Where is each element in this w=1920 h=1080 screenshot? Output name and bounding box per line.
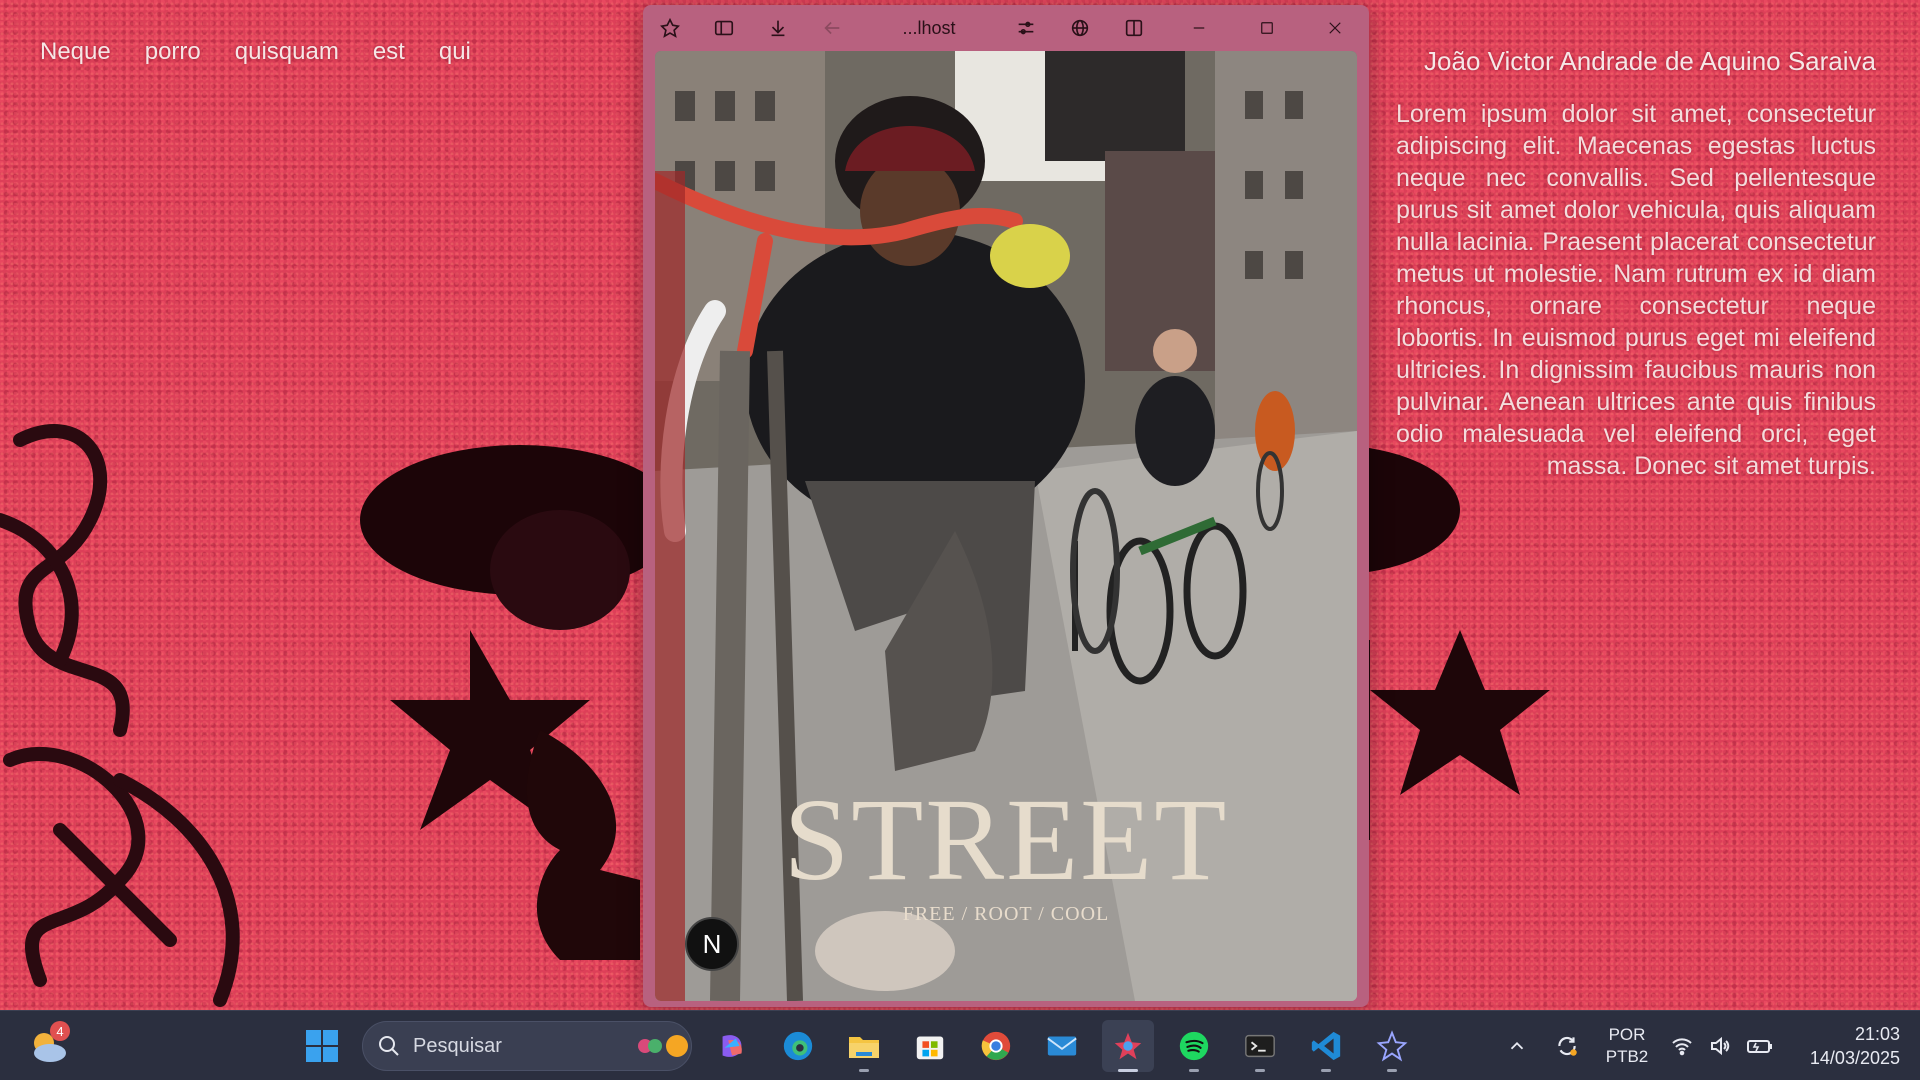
sidebar-toggle-icon[interactable] [697,5,751,51]
nav-link[interactable]: est [373,38,405,66]
nextjs-badge-icon[interactable]: N [685,917,739,971]
app-logo-icon[interactable] [643,5,697,51]
weather-badge: 4 [50,1021,70,1041]
author-name: João Victor Andrade de Aquino Saraiva [1424,46,1876,76]
poster-title: STREET [783,774,1229,905]
vscode-icon[interactable] [1300,1020,1352,1072]
globe-icon[interactable] [1053,5,1107,51]
split-view-icon[interactable] [1107,5,1161,51]
clock-time: 21:03 [1854,1024,1900,1044]
clock-date: 14/03/2025 [1809,1048,1900,1068]
clock[interactable]: 21:03 14/03/2025 [1782,1022,1900,1070]
poster-subtitle: FREE / ROOT / COOL [902,903,1110,925]
mail-icon[interactable] [1036,1020,1088,1072]
terminal-icon[interactable] [1234,1020,1286,1072]
nav-link[interactable]: qui [439,38,471,66]
language-code: POR [1608,1025,1646,1044]
keyboard-layout: PTB2 [1605,1047,1649,1066]
browser-app-icon[interactable] [1102,1020,1154,1072]
wifi-icon[interactable] [1662,1011,1702,1080]
browser-titlebar: ...lhost [643,5,1369,51]
chrome-icon[interactable] [970,1020,1022,1072]
lorem-paragraph: Lorem ipsum dolor sit amet, consectetur … [1396,100,1876,480]
browser-viewport: STREET FREE / ROOT / COOL N [655,51,1357,1001]
store-icon[interactable] [904,1020,956,1072]
taskbar-apps: Pesquisar [296,1011,1418,1080]
site-settings-icon[interactable] [999,5,1053,51]
browser-window: ...lhost STREET FREE / ROOT / COOL N [643,5,1369,1007]
file-explorer-icon[interactable] [838,1020,890,1072]
chevron-up-icon[interactable] [1492,1011,1542,1080]
maximize-button[interactable] [1233,5,1301,51]
nav-links: Neque porro quisquam est qui [40,38,471,66]
taskbar: 4 Pesquisar POR PTB2 21:03 14/03/2025 [0,1010,1920,1080]
sync-icon[interactable] [1542,1011,1592,1080]
download-icon[interactable] [751,5,805,51]
minimize-button[interactable] [1165,5,1233,51]
graffiti-decoration [0,424,660,1007]
search-highlight-icon [638,1035,688,1057]
edge-icon[interactable] [772,1020,824,1072]
copilot-icon[interactable] [706,1020,758,1072]
nav-link[interactable]: quisquam [235,38,339,66]
close-button[interactable] [1301,5,1369,51]
back-arrow-icon[interactable] [805,5,859,51]
spotify-icon[interactable] [1168,1020,1220,1072]
search-icon [379,1036,399,1056]
search-placeholder: Pesquisar [413,1034,502,1057]
taskbar-search[interactable]: Pesquisar [362,1021,692,1071]
volume-icon[interactable] [1702,1011,1738,1080]
nav-link[interactable]: Neque [40,38,111,66]
battery-icon[interactable] [1738,1011,1782,1080]
language-indicator[interactable]: POR PTB2 [1592,1024,1662,1068]
system-tray: POR PTB2 21:03 14/03/2025 [1492,1011,1920,1080]
misc-app-icon[interactable] [1366,1020,1418,1072]
nav-link[interactable]: porro [145,38,201,66]
start-button[interactable] [296,1020,348,1072]
url-display[interactable]: ...lhost [859,18,999,39]
